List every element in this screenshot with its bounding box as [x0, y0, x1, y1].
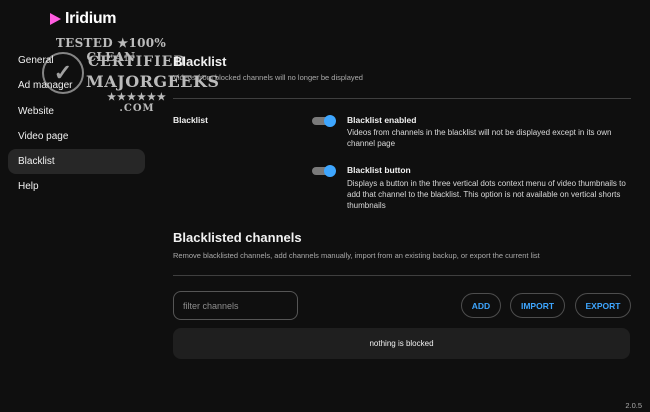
sidebar-item-ad-manager[interactable]: Ad manager — [8, 73, 145, 98]
sidebar-item-help[interactable]: Help — [8, 174, 145, 199]
app-name: Iridium — [65, 10, 117, 27]
sidebar-nav: General Ad manager Website Video page Bl… — [8, 48, 145, 200]
option-description: Displays a button in the three vertical … — [347, 179, 626, 210]
import-button[interactable]: IMPORT — [510, 293, 565, 318]
blacklisted-channels-subtitle: Remove blacklisted channels, add channel… — [173, 251, 540, 260]
app-logo: Iridium — [50, 10, 117, 28]
option-description: Videos from channels in the blacklist wi… — [347, 128, 612, 148]
add-button[interactable]: ADD — [461, 293, 501, 318]
sidebar-item-video-page[interactable]: Video page — [8, 124, 145, 149]
empty-state-message: nothing is blocked — [369, 339, 434, 348]
page-subtitle: Videos from blocked channels will no lon… — [173, 73, 363, 82]
version-label: 2.0.5 — [625, 401, 642, 410]
blacklist-button-toggle[interactable] — [312, 165, 336, 177]
blocked-channels-list: nothing is blocked — [173, 328, 630, 359]
option-title: Blacklist button — [347, 165, 411, 175]
section-divider — [173, 275, 631, 276]
blacklist-enabled-toggle[interactable] — [312, 115, 336, 127]
toggle-knob — [324, 165, 336, 177]
filter-channels-input[interactable] — [173, 291, 298, 320]
blacklisted-channels-title: Blacklisted channels — [173, 230, 302, 245]
export-button[interactable]: EXPORT — [575, 293, 631, 318]
page-title: Blacklist — [173, 54, 227, 69]
section-divider — [173, 98, 631, 99]
option-title: Blacklist enabled — [347, 115, 417, 125]
sidebar-item-general[interactable]: General — [8, 48, 145, 73]
sidebar-item-website[interactable]: Website — [8, 99, 145, 124]
blacklist-section-label: Blacklist — [173, 115, 208, 125]
toggle-knob — [324, 115, 336, 127]
sidebar-item-blacklist[interactable]: Blacklist — [8, 149, 145, 175]
play-logo-icon — [50, 13, 61, 25]
